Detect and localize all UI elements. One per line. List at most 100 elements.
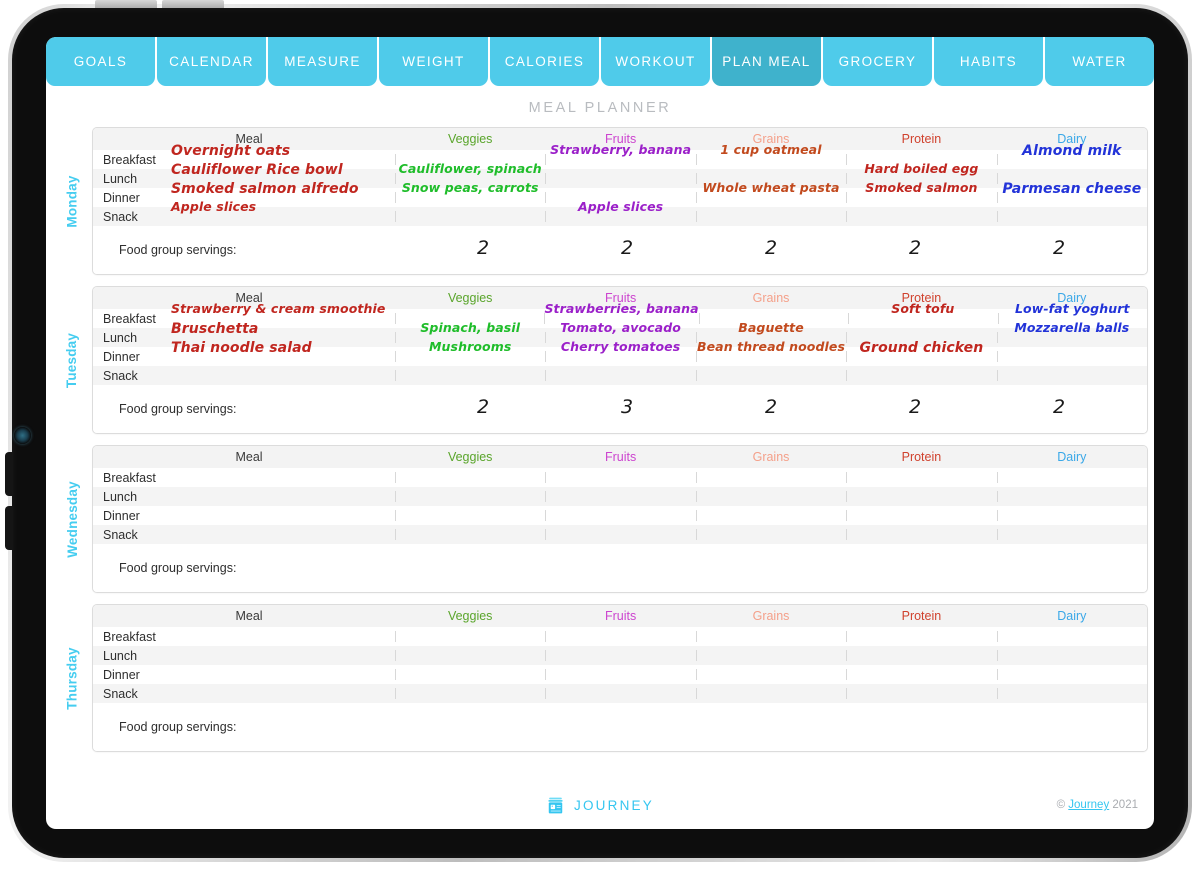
cell-grains-snack[interactable] [695,207,846,226]
table-row[interactable]: Snack [93,366,1147,385]
table-row[interactable]: Snack [93,525,1147,544]
cell-grains-dinner[interactable]: Bean thread noodles [695,341,846,366]
table-row[interactable]: Snack [93,684,1147,703]
tab-goals[interactable]: GOALS [46,37,155,86]
cell-meal-snack[interactable]: Snack [93,366,395,385]
cell-fruits-dinner[interactable] [545,665,695,684]
table-row[interactable]: Dinner [93,506,1147,525]
tab-grocery[interactable]: GROCERY [823,37,932,86]
servings-protein[interactable]: 2 [843,237,987,261]
cell-fruits-breakfast[interactable] [545,627,695,646]
cell-meal-dinner[interactable]: Dinner [93,506,395,525]
servings-veggies[interactable]: 2 [411,396,555,420]
cell-fruits-lunch[interactable] [545,487,695,506]
cell-fruits-snack[interactable] [545,525,695,544]
cell-protein-lunch[interactable] [846,487,996,506]
servings-fruits[interactable]: 3 [555,396,699,420]
cell-dairy-lunch[interactable] [996,646,1147,665]
servings-veggies[interactable]: 2 [411,237,555,261]
table-row[interactable]: Lunch [93,487,1147,506]
cell-grains-lunch[interactable] [695,487,846,506]
cell-dairy-breakfast[interactable] [996,468,1147,487]
cell-dairy-lunch[interactable]: Mozzarella balls [996,322,1147,347]
cell-grains-lunch[interactable] [695,646,846,665]
cell-dairy-snack[interactable] [996,207,1147,226]
cell-dairy-breakfast[interactable]: Almond milk [996,144,1147,169]
cell-protein-snack[interactable] [846,366,996,385]
copyright-link[interactable]: Journey [1068,799,1109,811]
cell-grains-breakfast[interactable] [695,468,846,487]
cell-veggies-dinner[interactable] [395,665,545,684]
cell-protein-dinner[interactable]: Ground chicken [846,341,996,366]
cell-veggies-dinner[interactable] [395,506,545,525]
cell-protein-lunch[interactable] [846,646,996,665]
cell-grains-dinner[interactable] [695,665,846,684]
servings-protein[interactable]: 2 [843,396,987,420]
tab-measure[interactable]: MEASURE [268,37,377,86]
cell-meal-dinner[interactable]: Dinner [93,665,395,684]
cell-dairy-snack[interactable] [996,366,1147,385]
tablet-side-button-2[interactable] [5,506,13,550]
servings-fruits[interactable]: 2 [555,237,699,261]
cell-grains-snack[interactable] [695,525,846,544]
cell-fruits-snack[interactable]: Apple slices [545,201,695,226]
tab-water[interactable]: WATER [1045,37,1154,86]
table-row[interactable]: Snack Apple slices Apple slices [93,201,1147,226]
cell-fruits-breakfast[interactable]: Strawberry, banana [545,144,695,169]
tablet-side-button-1[interactable] [5,452,13,496]
cell-fruits-snack[interactable] [545,684,695,703]
cell-dairy-dinner[interactable] [996,347,1147,366]
cell-meal-lunch[interactable]: Lunch [93,487,395,506]
tab-plan-meal[interactable]: PLAN MEAL [712,37,821,86]
cell-fruits-breakfast[interactable] [545,468,695,487]
cell-fruits-dinner[interactable]: Cherry tomatoes [545,341,695,366]
cell-grains-dinner[interactable]: Whole wheat pasta [695,182,846,207]
cell-meal-lunch[interactable]: Lunch [93,646,395,665]
table-row[interactable]: Dinner Thai noodle salad Mushrooms Cherry t… [93,341,1147,366]
cell-meal-snack[interactable]: Snack [93,525,395,544]
cell-protein-breakfast[interactable] [846,468,996,487]
cell-veggies-snack[interactable] [395,684,545,703]
cell-veggies-snack[interactable] [395,525,545,544]
tab-calendar[interactable]: CALENDAR [157,37,266,86]
cell-protein-dinner[interactable] [846,665,996,684]
cell-protein-dinner[interactable]: Smoked salmon [846,182,996,207]
cell-fruits-dinner[interactable] [545,506,695,525]
cell-dairy-snack[interactable] [996,525,1147,544]
cell-meal-breakfast[interactable]: Breakfast [93,468,395,487]
cell-fruits-snack[interactable] [545,366,695,385]
cell-veggies-dinner[interactable]: Snow peas, carrots [395,182,545,207]
table-row[interactable]: Breakfast [93,627,1147,646]
cell-grains-dinner[interactable] [695,506,846,525]
cell-fruits-lunch[interactable] [545,169,695,188]
cell-protein-breakfast[interactable] [846,627,996,646]
tab-calories[interactable]: CALORIES [490,37,599,86]
tab-habits[interactable]: HABITS [934,37,1043,86]
cell-veggies-snack[interactable] [395,366,545,385]
cell-protein-breakfast[interactable]: Soft tofu [848,303,997,328]
cell-veggies-snack[interactable] [395,207,545,226]
cell-meal-dinner[interactable]: Dinner Thai noodle salad [93,341,395,366]
cell-grains-breakfast[interactable] [695,627,846,646]
cell-dairy-snack[interactable] [996,684,1147,703]
cell-fruits-lunch[interactable] [545,646,695,665]
cell-veggies-dinner[interactable]: Mushrooms [395,341,545,366]
servings-grains[interactable]: 2 [699,237,843,261]
cell-protein-snack[interactable] [846,207,996,226]
cell-veggies-lunch[interactable] [395,646,545,665]
cell-veggies-breakfast[interactable] [395,468,545,487]
cell-grains-snack[interactable] [695,366,846,385]
cell-veggies-lunch[interactable] [395,487,545,506]
cell-dairy-breakfast[interactable] [996,627,1147,646]
cell-dairy-dinner[interactable]: Parmesan cheese [996,182,1147,207]
cell-meal-snack[interactable]: Snack [93,684,395,703]
table-row[interactable]: Breakfast [93,468,1147,487]
table-row[interactable]: Lunch [93,646,1147,665]
cell-veggies-breakfast[interactable] [395,627,545,646]
cell-protein-dinner[interactable] [846,506,996,525]
cell-protein-snack[interactable] [846,684,996,703]
cell-grains-snack[interactable] [695,684,846,703]
cell-protein-snack[interactable] [846,525,996,544]
cell-meal-snack[interactable]: Snack Apple slices [93,201,395,226]
table-row[interactable]: Dinner [93,665,1147,684]
